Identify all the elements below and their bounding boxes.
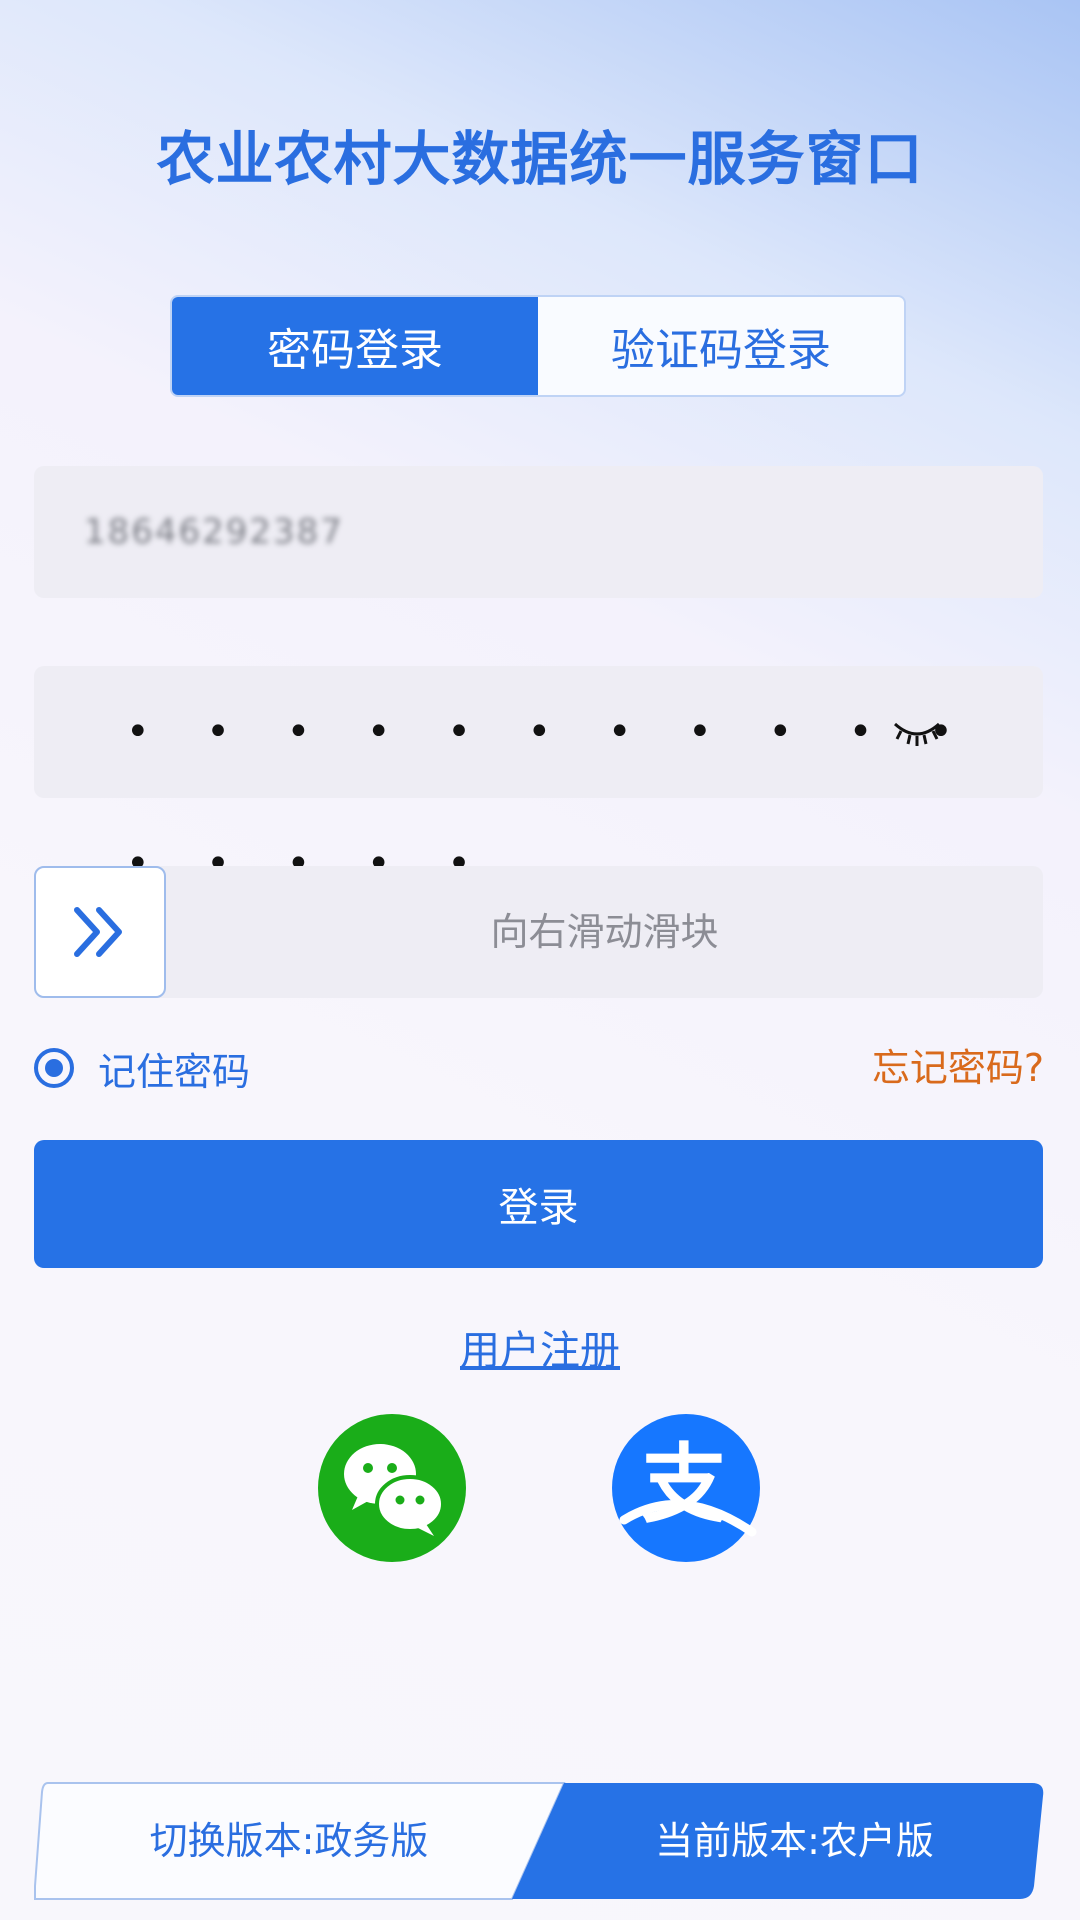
alipay-glyph: 支 <box>641 1435 727 1535</box>
slide-verify-handle[interactable] <box>34 866 166 998</box>
current-version-label: 当前版本:农户版 <box>655 1819 934 1863</box>
login-button[interactable]: 登录 <box>34 1140 1043 1268</box>
remember-password-label: 记住密码 <box>98 1049 251 1094</box>
forgot-password-link[interactable]: 忘记密码? <box>872 1040 1044 1096</box>
page-title: 农业农村大数据统一服务窗口 <box>156 125 924 193</box>
alipay-icon[interactable]: 支 <box>612 1414 760 1562</box>
wechat-icon[interactable] <box>318 1414 466 1562</box>
double-chevron-right-icon <box>74 907 122 957</box>
phone-value: 18646292387 <box>84 512 344 552</box>
switch-version-button[interactable]: 切换版本:政务版 <box>34 1782 544 1900</box>
remember-radio[interactable] <box>34 1048 74 1088</box>
tab-code-login[interactable]: 验证码登录 <box>538 297 904 395</box>
slide-verify-hint: 向右滑动滑块 <box>490 910 719 954</box>
slide-verify-track: 向右滑动滑块 <box>34 866 1043 998</box>
register-link[interactable]: 用户注册 <box>0 1318 1080 1376</box>
password-input[interactable]: • • • • • • • • • • • • • • • • <box>34 666 1043 887</box>
login-mode-tabs: 密码登录 验证码登录 <box>170 295 906 397</box>
remember-password-toggle[interactable]: 记住密码 <box>34 1040 250 1096</box>
eye-closed-icon[interactable] <box>891 716 943 750</box>
version-switch: 切换版本:政务版 当前版本:农户版 <box>34 1782 1045 1900</box>
tab-password-login[interactable]: 密码登录 <box>172 297 538 395</box>
phone-input[interactable]: 18646292387 <box>34 466 1043 598</box>
